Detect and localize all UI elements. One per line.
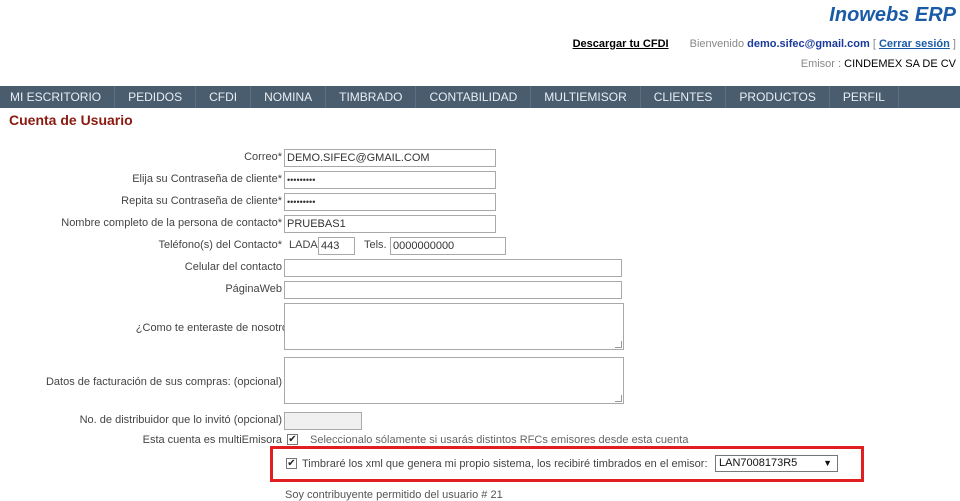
enteraste-label: ¿Como te enteraste de nosotros? * <box>135 322 307 334</box>
nav-productos[interactable]: PRODUCTOS <box>726 86 830 108</box>
nav-clientes[interactable]: CLIENTES <box>641 86 727 108</box>
user-email: demo.sifec@gmail.com <box>747 38 870 50</box>
nav-pedidos[interactable]: PEDIDOS <box>115 86 197 108</box>
correo-label: Correo* <box>244 151 282 163</box>
nav-multiemisor[interactable]: MULTIEMISOR <box>531 86 641 108</box>
facturacion-textarea[interactable] <box>284 357 624 404</box>
celular-label: Celular del contacto <box>184 261 282 273</box>
password-label: Elija su Contraseña de cliente* <box>132 173 282 185</box>
nombre-input[interactable]: PRUEBAS1 <box>284 215 496 233</box>
emisor-select[interactable]: LAN7008173R5 ▼ <box>715 455 838 472</box>
lada-input[interactable]: 443 <box>318 237 355 255</box>
tels-label: Tels. <box>364 239 387 251</box>
nombre-label: Nombre completo de la persona de contact… <box>61 217 282 229</box>
nav-nomina[interactable]: NOMINA <box>251 86 327 108</box>
brand-title: Inowebs ERP <box>829 4 956 26</box>
nav-cfdi[interactable]: CFDI <box>196 86 252 108</box>
welcome-text: Bienvenido <box>689 38 745 50</box>
download-cfdi-link[interactable]: Descargar tu CFDI <box>573 38 669 50</box>
timbrare-label: Timbraré los xml que genera mi propio si… <box>302 458 708 470</box>
correo-input[interactable]: DEMO.SIFEC@GMAIL.COM <box>284 149 496 167</box>
emisor-info: Emisor : CINDEMEX SA DE CV <box>801 58 956 70</box>
top-user-bar: Descargar tu CFDI Bienvenido demo.sifec@… <box>573 38 956 50</box>
password-repeat-input[interactable]: ••••••••• <box>284 193 496 211</box>
contribuyente-text: Soy contribuyente permitido del usuario … <box>285 489 503 501</box>
multiemisora-checkbox[interactable]: ✔ <box>287 434 298 445</box>
telefono-label: Teléfono(s) del Contacto* <box>158 239 282 251</box>
logout-bracket-close: ] <box>949 38 956 50</box>
dropdown-arrow-icon: ▼ <box>823 458 832 468</box>
resize-grip-icon[interactable] <box>615 341 622 348</box>
tels-input[interactable]: 0000000000 <box>390 237 506 255</box>
nav-mi-escritorio[interactable]: MI ESCRITORIO <box>0 86 116 108</box>
web-input[interactable] <box>284 281 622 299</box>
emisor-value: CINDEMEX SA DE CV <box>844 58 956 70</box>
distribuidor-input <box>284 412 362 430</box>
nav-perfil[interactable]: PERFIL <box>830 86 899 108</box>
distribuidor-label: No. de distribuidor que lo invitó (opcio… <box>79 414 282 426</box>
nav-timbrado[interactable]: TIMBRADO <box>326 86 417 108</box>
nav-contabilidad[interactable]: CONTABILIDAD <box>416 86 532 108</box>
emisor-label: Emisor : <box>800 58 845 70</box>
multiemisora-label: Esta cuenta es multiEmisora <box>142 434 282 446</box>
main-nav: MI ESCRITORIO PEDIDOS CFDI NOMINA TIMBRA… <box>0 86 960 108</box>
resize-grip-icon[interactable] <box>615 395 622 402</box>
logout-link[interactable]: Cerrar sesión <box>879 38 950 50</box>
password-repeat-label: Repita su Contraseña de cliente* <box>121 195 282 207</box>
web-label: PáginaWeb <box>225 283 282 295</box>
enteraste-textarea[interactable] <box>284 303 624 350</box>
celular-input[interactable] <box>284 259 622 277</box>
lada-label: LADA <box>289 239 318 251</box>
page-title: Cuenta de Usuario <box>9 112 133 128</box>
multiemisora-hint: Seleccionalo sólamente si usarás distint… <box>310 434 689 443</box>
timbrare-checkbox[interactable]: ✔ <box>286 458 297 469</box>
password-input[interactable]: ••••••••• <box>284 171 496 189</box>
emisor-select-value: LAN7008173R5 <box>719 457 798 469</box>
facturacion-label: Datos de facturación de sus compras: (op… <box>45 376 282 388</box>
